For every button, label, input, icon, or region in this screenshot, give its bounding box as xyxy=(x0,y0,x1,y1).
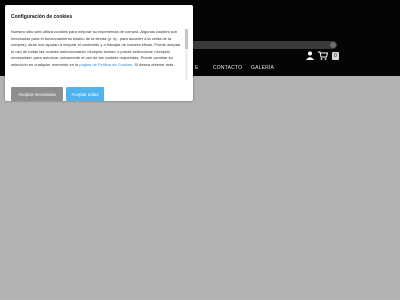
nav-item-galeria[interactable]: GALERÍA xyxy=(251,64,274,72)
cookie-scrollbar[interactable] xyxy=(185,29,188,80)
user-icon[interactable] xyxy=(306,51,314,62)
nav-item-contacto[interactable]: CONTACTO xyxy=(213,64,242,72)
cart-count-badge: 0 xyxy=(332,52,339,60)
cookie-text-area: Nuestro sitio web utiliza cookies para m… xyxy=(11,29,184,80)
header-icons: 0 xyxy=(306,50,339,62)
cookie-body-end: . Si desea obtener más xyxy=(132,61,174,67)
cookie-dialog-title: Configuración de cookies xyxy=(11,14,73,20)
search-icon[interactable] xyxy=(330,42,336,48)
cart-icon[interactable] xyxy=(318,51,329,62)
cookie-consent-dialog: Configuración de cookies Nuestro sitio w… xyxy=(5,5,193,101)
cookie-policy-link[interactable]: página de Política de Cookies xyxy=(79,62,132,67)
accept-all-button[interactable]: Aceptar todas xyxy=(66,87,104,101)
accept-necessary-button[interactable]: Aceptar necesarias xyxy=(11,87,63,101)
search-bar[interactable] xyxy=(190,41,337,49)
nav-item-partial[interactable]: E xyxy=(195,64,199,72)
cookie-body-text: Nuestro sitio web utiliza cookies para m… xyxy=(11,29,182,69)
scrollbar-thumb[interactable] xyxy=(185,29,188,49)
